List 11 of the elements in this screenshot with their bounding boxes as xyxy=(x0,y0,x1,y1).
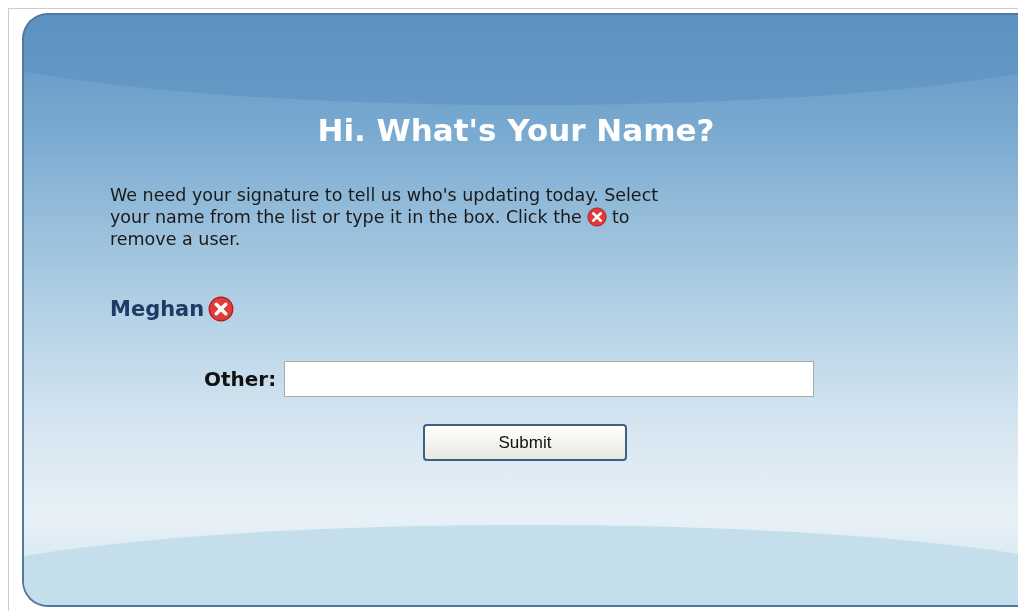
instruction-text: to xyxy=(611,205,630,228)
instruction-text: remove a user. xyxy=(110,227,241,250)
remove-icon[interactable] xyxy=(208,296,235,323)
other-label: Other: xyxy=(204,366,277,393)
instruction-text: We need your signature to tell us who's updating today. Select xyxy=(110,183,659,206)
user-name[interactable]: Meghan xyxy=(110,293,205,325)
submit-button[interactable]: Submit xyxy=(423,424,627,461)
other-input-field[interactable] xyxy=(284,361,815,397)
instruction-text: your name from the list or type it in the box. Click the xyxy=(110,205,582,228)
remove-icon xyxy=(586,206,607,227)
dialog-title: Hi. What's Your Name? xyxy=(316,111,716,150)
